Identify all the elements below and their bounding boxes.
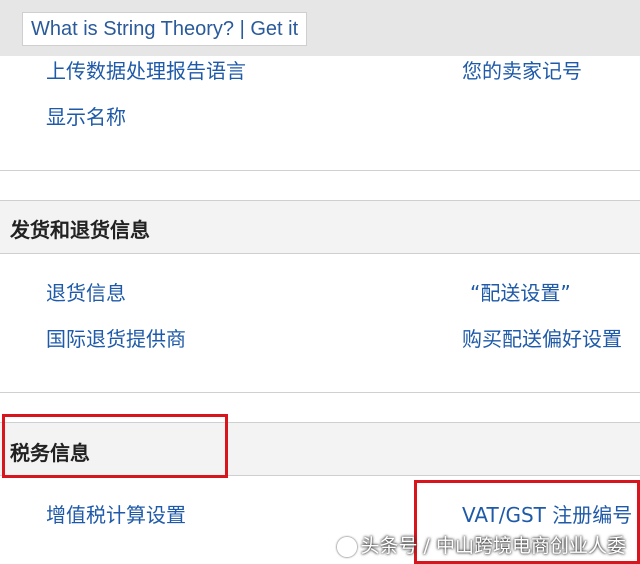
link-seller-token[interactable]: 您的卖家记号 bbox=[462, 58, 582, 84]
watermark-logo-icon bbox=[336, 536, 357, 557]
link-vat-calculation-settings[interactable]: 增值税计算设置 bbox=[46, 502, 186, 528]
watermark: 头条号 / 中山跨境电商创业人委 bbox=[336, 531, 626, 558]
shipping-section-title: 发货和退货信息 bbox=[10, 218, 150, 242]
tooltip: What is String Theory? | Get it bbox=[22, 12, 308, 46]
link-shipping-preferences[interactable]: 购买配送偏好设置 bbox=[462, 326, 622, 352]
link-intl-return-provider[interactable]: 国际退货提供商 bbox=[46, 326, 186, 352]
link-return-info[interactable]: 退货信息 bbox=[46, 280, 126, 306]
watermark-text: 头条号 / 中山跨境电商创业人委 bbox=[360, 535, 626, 557]
link-shipping-settings[interactable]: “配送设置” bbox=[470, 280, 571, 306]
divider bbox=[0, 392, 640, 393]
highlight-box-tax-info bbox=[2, 414, 228, 478]
link-upload-report-language[interactable]: 上传数据处理报告语言 bbox=[46, 58, 246, 84]
shipping-section-header: 发货和退货信息 bbox=[0, 200, 640, 254]
link-display-name[interactable]: 显示名称 bbox=[46, 104, 126, 130]
top-bar: What is String Theory? | Get it bbox=[0, 0, 640, 56]
divider bbox=[0, 170, 640, 171]
